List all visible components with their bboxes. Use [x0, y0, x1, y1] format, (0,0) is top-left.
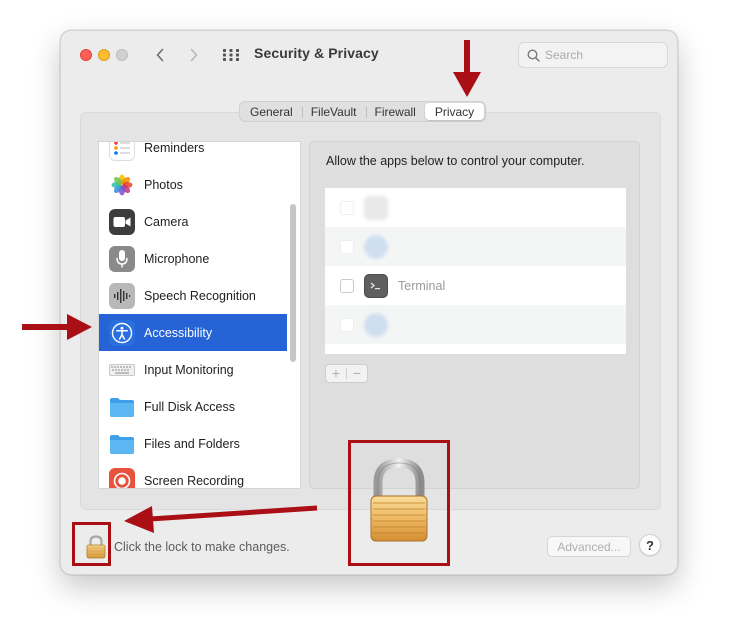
forward-button[interactable]	[182, 42, 206, 68]
sidebar-item-camera[interactable]: Camera	[99, 203, 287, 240]
sidebar-item-label: Reminders	[144, 141, 205, 155]
minimize-button[interactable]	[98, 49, 110, 61]
privacy-sidebar[interactable]: Reminders Photos Camera Microphone Speec…	[98, 141, 301, 489]
sidebar-item-label: Camera	[144, 214, 189, 229]
lock-icon	[370, 458, 428, 542]
sidebar-item-label: Input Monitoring	[144, 362, 234, 377]
tab-bar: General FileVault Firewall Privacy	[239, 101, 487, 122]
close-button[interactable]	[80, 49, 92, 61]
accessibility-icon	[109, 319, 135, 346]
titlebar: Security & Privacy	[61, 31, 677, 79]
app-list[interactable]: Terminal	[325, 188, 626, 354]
search-input[interactable]	[545, 48, 655, 62]
camera-icon	[109, 208, 135, 235]
folder-icon	[109, 431, 135, 457]
app-icon	[364, 195, 388, 220]
reminders-icon	[109, 142, 135, 161]
sidebar-item-label: Files and Folders	[144, 436, 240, 451]
app-row-obscured	[325, 305, 626, 344]
sidebar-item-screen-recording[interactable]: Screen Recording	[99, 462, 287, 488]
search-field[interactable]	[518, 42, 668, 68]
search-icon	[527, 48, 540, 62]
lock-zoom-highlight-box	[348, 440, 450, 566]
remove-app-button[interactable]: −	[347, 365, 367, 382]
app-checkbox[interactable]	[340, 278, 354, 293]
sidebar-item-reminders[interactable]: Reminders	[99, 141, 287, 166]
sidebar-item-accessibility[interactable]: Accessibility	[99, 314, 287, 351]
zoom-button[interactable]	[116, 49, 128, 61]
chevron-right-icon	[190, 48, 198, 62]
screen-recording-icon	[109, 467, 135, 488]
sidebar-item-microphone[interactable]: Microphone	[99, 240, 287, 277]
lock-hint-text: Click the lock to make changes.	[114, 540, 290, 554]
tab-privacy[interactable]: Privacy	[424, 103, 485, 120]
sidebar-item-label: Photos	[144, 177, 183, 192]
accessibility-detail-pane: Allow the apps below to control your com…	[309, 141, 640, 489]
stage: Security & Privacy General FileVault Fir…	[0, 0, 740, 629]
keyboard-icon	[109, 357, 135, 383]
sidebar-item-files-and-folders[interactable]: Files and Folders	[99, 425, 287, 462]
sidebar-item-label: Microphone	[144, 251, 210, 266]
sidebar-item-label: Speech Recognition	[144, 288, 256, 303]
sidebar-item-photos[interactable]: Photos	[99, 166, 287, 203]
sidebar-item-label: Screen Recording	[144, 473, 245, 488]
photos-icon	[109, 171, 135, 198]
back-button[interactable]	[148, 42, 172, 68]
app-name-obscured	[398, 318, 401, 332]
lock-highlight-box	[72, 522, 111, 566]
chevron-left-icon	[156, 48, 164, 62]
sidebar-item-speech-recognition[interactable]: Speech Recognition	[99, 277, 287, 314]
advanced-button[interactable]: Advanced...	[547, 536, 631, 557]
sidebar-item-full-disk-access[interactable]: Full Disk Access	[99, 388, 287, 425]
app-name: Terminal	[398, 278, 446, 293]
add-app-button[interactable]: +	[326, 365, 346, 382]
sidebar-scrollbar[interactable]	[290, 204, 296, 362]
tab-firewall[interactable]: Firewall	[365, 103, 425, 120]
app-name-obscured	[398, 201, 401, 215]
sidebar-item-label: Full Disk Access	[144, 399, 235, 414]
app-checkbox	[340, 317, 354, 332]
detail-heading: Allow the apps below to control your com…	[326, 154, 585, 168]
app-icon	[364, 312, 388, 337]
grid-icon	[223, 49, 239, 61]
folder-icon	[109, 394, 135, 420]
show-all-button[interactable]	[218, 42, 244, 68]
app-checkbox	[340, 239, 354, 254]
app-icon	[364, 234, 388, 259]
app-row-terminal[interactable]: Terminal	[325, 266, 626, 305]
speech-recognition-icon	[109, 282, 135, 309]
sidebar-item-input-monitoring[interactable]: Input Monitoring	[99, 351, 287, 388]
app-checkbox	[340, 200, 354, 215]
tab-general[interactable]: General	[241, 103, 302, 120]
app-row-obscured	[325, 227, 626, 266]
app-name-obscured	[398, 240, 401, 254]
app-row-obscured	[325, 188, 626, 227]
tab-filevault[interactable]: FileVault	[301, 103, 366, 120]
terminal-icon	[364, 273, 388, 298]
add-remove-control: + −	[325, 364, 368, 383]
sidebar-item-label: Accessibility	[144, 325, 213, 340]
microphone-icon	[109, 245, 135, 272]
window-title: Security & Privacy	[254, 45, 379, 61]
help-button[interactable]: ?	[639, 534, 661, 556]
